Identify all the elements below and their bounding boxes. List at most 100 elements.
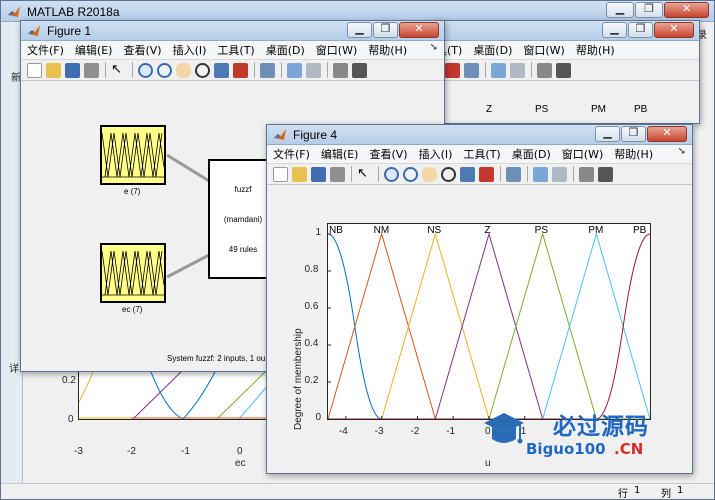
menu-window[interactable]: 窗口(W): [562, 146, 603, 162]
link-plot-icon[interactable]: [464, 62, 479, 78]
figure1-minimize-button[interactable]: ▁: [347, 22, 372, 38]
menu-edit[interactable]: 编辑(E): [75, 42, 113, 58]
bg-xtick: -2: [127, 446, 136, 457]
data-cursor-icon[interactable]: [214, 62, 229, 78]
status-col-label: 列: [661, 489, 671, 500]
toolbar-separator: [527, 166, 528, 182]
toolbar-separator: [281, 62, 282, 78]
figure1-maximize-button[interactable]: ❐: [373, 22, 398, 38]
edit-plot-icon[interactable]: ↖: [111, 62, 126, 78]
menu-help[interactable]: 帮助(H): [614, 146, 653, 162]
mf-curve-ns[interactable]: [328, 232, 650, 419]
toolbar-separator: [105, 62, 106, 78]
main-close-button[interactable]: ✕: [664, 2, 709, 18]
insert-legend-icon[interactable]: [552, 166, 567, 182]
pan-icon[interactable]: [422, 166, 437, 182]
menu-desktop[interactable]: 桌面(D): [512, 146, 551, 162]
new-figure-icon[interactable]: [273, 166, 288, 182]
brush-icon[interactable]: [233, 62, 248, 78]
print-icon[interactable]: [84, 62, 99, 78]
figure4-title-bar: Figure 4 ▁ ❐ ✕: [267, 125, 692, 145]
figure4-minimize-button[interactable]: ▁: [595, 126, 620, 142]
link-plot-icon[interactable]: [506, 166, 521, 182]
mf-curve-ps[interactable]: [328, 232, 650, 419]
insert-colorbar-icon[interactable]: [533, 166, 548, 182]
toolbar-separator: [254, 62, 255, 78]
input-e-block[interactable]: [100, 125, 166, 185]
rotate-3d-icon[interactable]: [195, 62, 210, 78]
toolbar-separator: [573, 166, 574, 182]
edit-plot-icon[interactable]: ↖: [357, 166, 372, 182]
mf-curve-nm[interactable]: [328, 232, 650, 419]
menu-overflow-icon[interactable]: ➘: [430, 42, 438, 53]
bg-xtick: -1: [181, 446, 190, 457]
open-file-icon[interactable]: [292, 166, 307, 182]
figure4-behind-window: ▁ ❐ ✕ 工具(T) 桌面(D) 窗口(W) 帮助(H) Z PS PM PB: [425, 20, 700, 124]
save-icon[interactable]: [311, 166, 326, 182]
hide-plot-tools-icon[interactable]: [333, 62, 348, 78]
zoom-in-icon[interactable]: [138, 62, 153, 78]
menu-view[interactable]: 查看(V): [123, 42, 161, 58]
minimize-icon: ▁: [610, 22, 619, 35]
insert-legend-icon[interactable]: [510, 62, 525, 78]
show-plot-tools-icon[interactable]: [556, 62, 571, 78]
brush-icon[interactable]: [445, 62, 460, 78]
figure4-maximize-button[interactable]: ❐: [621, 126, 646, 142]
open-file-icon[interactable]: [46, 62, 61, 78]
menu-help[interactable]: 帮助(H): [368, 42, 407, 58]
behind-minimize-button[interactable]: ▁: [602, 22, 627, 38]
show-plot-tools-icon[interactable]: [598, 166, 613, 182]
close-icon: ✕: [681, 2, 692, 15]
main-minimize-button[interactable]: ▁: [606, 2, 634, 18]
bg-xlabel: ec: [235, 458, 246, 469]
toolbar-separator: [485, 62, 486, 78]
menu-file[interactable]: 文件(F): [27, 42, 64, 58]
zoom-out-icon[interactable]: [403, 166, 418, 182]
x-axis-label: u: [485, 458, 491, 469]
restore-icon: ❐: [628, 126, 639, 139]
insert-colorbar-icon[interactable]: [491, 62, 506, 78]
link-plot-icon[interactable]: [260, 62, 275, 78]
brush-icon[interactable]: [479, 166, 494, 182]
menu-file[interactable]: 文件(F): [273, 146, 310, 162]
pan-icon[interactable]: [176, 62, 191, 78]
watermark-brand-cn: 必过源码: [553, 414, 649, 440]
behind-menu-window[interactable]: 窗口(W): [523, 42, 564, 58]
behind-maximize-button[interactable]: ❐: [628, 22, 653, 38]
figure4-close-button[interactable]: ✕: [647, 126, 687, 142]
mf-curve-pb[interactable]: [328, 233, 650, 419]
figure1-close-button[interactable]: ✕: [399, 22, 439, 38]
insert-legend-icon[interactable]: [306, 62, 321, 78]
new-figure-icon[interactable]: [27, 62, 42, 78]
behind-menu-help[interactable]: 帮助(H): [576, 42, 615, 58]
menu-overflow-icon[interactable]: ➘: [678, 146, 686, 157]
menu-insert[interactable]: 插入(I): [173, 42, 207, 58]
zoom-in-icon[interactable]: [384, 166, 399, 182]
menu-desktop[interactable]: 桌面(D): [266, 42, 305, 58]
menu-window[interactable]: 窗口(W): [316, 42, 357, 58]
mf-curve-z[interactable]: [328, 232, 650, 419]
behind-close-button[interactable]: ✕: [654, 22, 694, 38]
save-icon[interactable]: [65, 62, 80, 78]
membership-axes[interactable]: [327, 223, 651, 420]
menu-insert[interactable]: 插入(I): [419, 146, 453, 162]
print-icon[interactable]: [330, 166, 345, 182]
rotate-3d-icon[interactable]: [441, 166, 456, 182]
mf-curve-pm[interactable]: [328, 232, 650, 419]
input-e-label: e (7): [124, 187, 141, 196]
menu-edit[interactable]: 编辑(E): [321, 146, 359, 162]
hide-plot-tools-icon[interactable]: [579, 166, 594, 182]
menu-tools[interactable]: 工具(T): [217, 42, 254, 58]
data-cursor-icon[interactable]: [460, 166, 475, 182]
mf-curve-nb[interactable]: [328, 233, 650, 419]
menu-tools[interactable]: 工具(T): [463, 146, 500, 162]
menu-view[interactable]: 查看(V): [369, 146, 407, 162]
toolbar-separator: [327, 62, 328, 78]
insert-colorbar-icon[interactable]: [287, 62, 302, 78]
behind-menu-desktop[interactable]: 桌面(D): [473, 42, 512, 58]
hide-plot-tools-icon[interactable]: [537, 62, 552, 78]
show-plot-tools-icon[interactable]: [352, 62, 367, 78]
main-maximize-button[interactable]: ❐: [635, 2, 663, 18]
zoom-out-icon[interactable]: [157, 62, 172, 78]
input-ec-block[interactable]: [100, 243, 166, 303]
